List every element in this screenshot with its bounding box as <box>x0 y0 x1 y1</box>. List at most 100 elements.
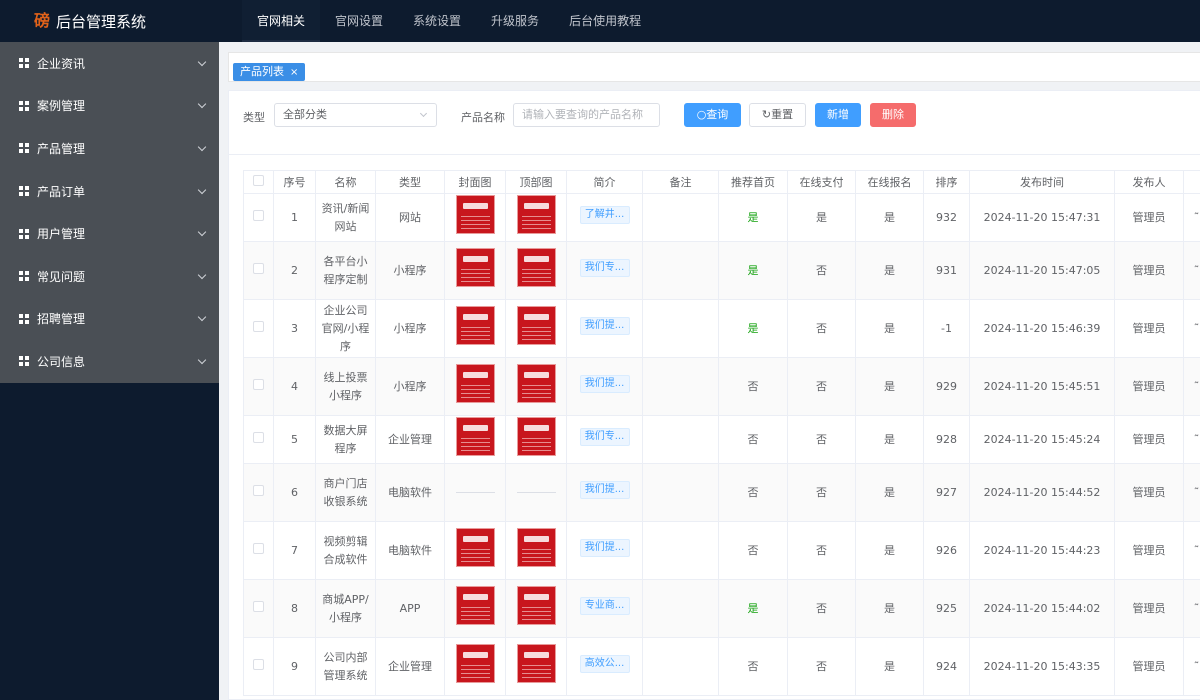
intro-tag[interactable]: 我们提... <box>579 316 630 335</box>
row-checkbox[interactable] <box>243 241 274 300</box>
cell-actions[interactable]: ˜ <box>1183 241 1200 300</box>
row-checkbox[interactable] <box>243 299 274 358</box>
top-image[interactable] <box>516 248 556 287</box>
table-row[interactable]: 4 线上投票小程序 小程序 我们提... 否否是 929 2024-11-20 15:45:… <box>243 357 1200 416</box>
cell-signup[interactable]: 是 <box>855 415 924 464</box>
add-button[interactable]: 新增 <box>815 103 861 127</box>
cell-pay[interactable]: 否 <box>787 241 856 300</box>
top-image[interactable] <box>516 586 556 625</box>
cell-signup[interactable]: 是 <box>855 241 924 300</box>
cell-recommend[interactable]: 否 <box>718 415 788 464</box>
cell-recommend[interactable]: 是 <box>718 241 788 300</box>
cell-signup[interactable]: 是 <box>855 463 924 522</box>
cell-recommend[interactable]: 否 <box>718 637 788 696</box>
topnav-item-tutorial[interactable]: 后台使用教程 <box>554 0 656 42</box>
cover-image[interactable] <box>455 417 495 456</box>
cell-signup[interactable]: 是 <box>855 521 924 580</box>
delete-button[interactable]: 删除 <box>870 103 916 127</box>
cover-image[interactable] <box>455 248 495 287</box>
cell-actions[interactable]: ˜ <box>1183 463 1200 522</box>
cell-signup[interactable]: 是 <box>855 357 924 416</box>
cell-signup[interactable]: 是 <box>855 637 924 696</box>
cell-actions[interactable]: ˜ <box>1183 415 1200 464</box>
select-all-checkbox[interactable] <box>243 170 274 194</box>
cell-actions[interactable]: ˜ <box>1183 193 1200 242</box>
cell-actions[interactable]: ˜ <box>1183 637 1200 696</box>
sidebar-item-products[interactable]: 产品管理 <box>0 127 219 170</box>
intro-tag[interactable]: 我们提... <box>579 538 630 557</box>
cell-recommend[interactable]: 否 <box>718 521 788 580</box>
cell-recommend[interactable]: 否 <box>718 357 788 416</box>
top-image[interactable] <box>516 364 556 403</box>
intro-tag[interactable]: 专业商... <box>579 596 630 615</box>
close-icon[interactable]: × <box>290 67 298 78</box>
intro-tag[interactable]: 我们提... <box>579 374 630 393</box>
cell-pay[interactable]: 否 <box>787 357 856 416</box>
cell-pay[interactable]: 是 <box>787 193 856 242</box>
table-row[interactable]: 9 公司内部管理系统 企业管理 高效公... 否否是 924 2024-11-20 15:4… <box>243 637 1200 696</box>
cell-signup[interactable]: 是 <box>855 579 924 638</box>
top-image[interactable] <box>516 644 556 683</box>
row-checkbox[interactable] <box>243 357 274 416</box>
cell-recommend[interactable]: 否 <box>718 463 788 522</box>
cover-image[interactable] <box>455 586 495 625</box>
sidebar-item-faq[interactable]: 常见问题 <box>0 255 219 298</box>
table-row[interactable]: 7 视频剪辑合成软件 电脑软件 我们提... 否否是 926 2024-11-20 15:4… <box>243 521 1200 580</box>
row-checkbox[interactable] <box>243 463 274 522</box>
query-button[interactable]: ○查询 <box>684 103 741 127</box>
cell-actions[interactable]: ˜ <box>1183 521 1200 580</box>
sidebar-item-cases[interactable]: 案例管理 <box>0 85 219 128</box>
top-image[interactable] <box>516 528 556 567</box>
tab-product-list[interactable]: 产品列表 × <box>233 63 306 81</box>
cell-pay[interactable]: 否 <box>787 521 856 580</box>
cell-recommend[interactable]: 是 <box>718 299 788 358</box>
intro-tag[interactable]: 我们专... <box>579 427 630 446</box>
cell-recommend[interactable]: 是 <box>718 579 788 638</box>
type-select[interactable]: 全部分类 <box>274 103 437 127</box>
top-image[interactable] <box>516 195 556 234</box>
cell-pay[interactable]: 否 <box>787 579 856 638</box>
sidebar-item-orders[interactable]: 产品订单 <box>0 170 219 213</box>
cover-image[interactable] <box>455 364 495 403</box>
intro-tag[interactable]: 高效公... <box>579 654 630 673</box>
cell-signup[interactable]: 是 <box>855 299 924 358</box>
row-checkbox[interactable] <box>243 579 274 638</box>
sidebar-item-company[interactable]: 公司信息 <box>0 340 219 383</box>
cell-pay[interactable]: 否 <box>787 299 856 358</box>
intro-tag[interactable]: 了解井... <box>579 205 630 224</box>
row-checkbox[interactable] <box>243 415 274 464</box>
sidebar-item-recruit[interactable]: 招聘管理 <box>0 298 219 341</box>
topnav-item-system-settings[interactable]: 系统设置 <box>398 0 476 42</box>
table-row[interactable]: 1 资讯/新闻网站 网站 了解井... 是是是 932 2024-11-20 15:47:3… <box>243 193 1200 242</box>
table-row[interactable]: 2 各平台小程序定制 小程序 我们专... 是否是 931 2024-11-20 15:47… <box>243 241 1200 300</box>
product-name-input[interactable]: 请输入要查询的产品名称 <box>513 103 660 127</box>
row-checkbox[interactable] <box>243 637 274 696</box>
cell-pay[interactable]: 否 <box>787 463 856 522</box>
top-image[interactable] <box>516 306 556 345</box>
row-checkbox[interactable] <box>243 193 274 242</box>
topnav-item-upgrade[interactable]: 升级服务 <box>476 0 554 42</box>
table-row[interactable]: 6 商户门店收银系统 电脑软件 我们提... 否否是 927 2024-11-20 15:4… <box>243 463 1200 522</box>
cell-pay[interactable]: 否 <box>787 415 856 464</box>
table-row[interactable]: 5 数据大屏程序 企业管理 我们专... 否否是 928 2024-11-20 15:45:… <box>243 415 1200 464</box>
row-checkbox[interactable] <box>243 521 274 580</box>
sidebar-item-news[interactable]: 企业资讯 <box>0 42 219 85</box>
cover-image[interactable] <box>455 644 495 683</box>
reset-button[interactable]: ↻重置 <box>749 103 806 127</box>
cell-actions[interactable]: ˜ <box>1183 579 1200 638</box>
top-image[interactable] <box>516 417 556 456</box>
table-row[interactable]: 3 企业公司官网/小程序 小程序 我们提... 是否是 -1 2024-11-20 15:4… <box>243 299 1200 358</box>
cell-recommend[interactable]: 是 <box>718 193 788 242</box>
intro-tag[interactable]: 我们提... <box>579 480 630 499</box>
intro-tag[interactable]: 我们专... <box>579 258 630 277</box>
cover-image[interactable] <box>455 306 495 345</box>
topnav-item-website[interactable]: 官网相关 <box>242 0 321 42</box>
cell-actions[interactable]: ˜ <box>1183 357 1200 416</box>
sidebar-item-users[interactable]: 用户管理 <box>0 212 219 255</box>
cell-signup[interactable]: 是 <box>855 193 924 242</box>
cover-image[interactable] <box>455 195 495 234</box>
app-logo[interactable]: 磅 后台管理系统 <box>0 0 242 42</box>
cover-image[interactable] <box>455 528 495 567</box>
cell-actions[interactable]: ˜ <box>1183 299 1200 358</box>
cell-pay[interactable]: 否 <box>787 637 856 696</box>
